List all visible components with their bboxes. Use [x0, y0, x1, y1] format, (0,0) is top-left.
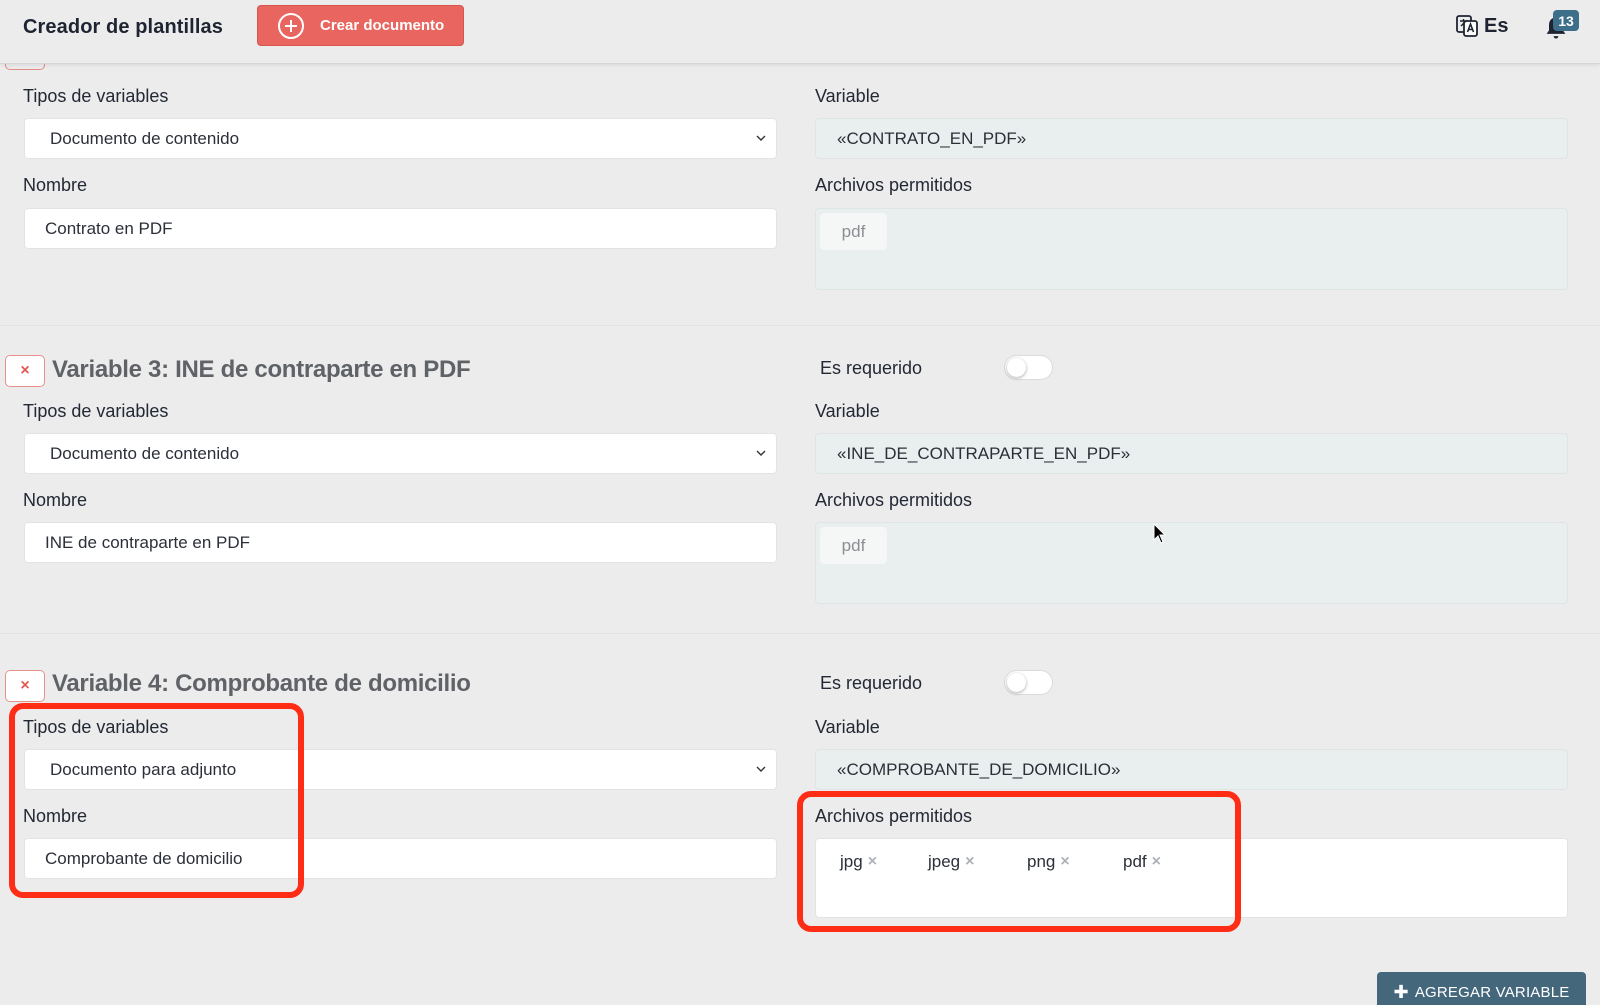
variable-type-select[interactable]: Documento de contenido — [24, 118, 777, 159]
name-label: Nombre — [23, 806, 88, 826]
language-selector[interactable]: Es — [1455, 14, 1508, 38]
section-divider — [0, 325, 1600, 326]
required-label: Es requerido — [820, 358, 923, 378]
variable-types-label: Tipos de variables — [23, 717, 169, 737]
required-toggle[interactable] — [1004, 355, 1053, 380]
create-document-button[interactable]: Crear documento — [257, 5, 464, 46]
required-toggle[interactable] — [1004, 670, 1053, 695]
variable-code-value: «CONTRATO_EN_PDF» — [837, 128, 1027, 148]
file-chip-label: pdf — [1123, 852, 1147, 871]
close-icon[interactable]: × — [965, 853, 974, 871]
variable-type-value: Documento de contenido — [50, 128, 240, 148]
name-label: Nombre — [23, 175, 88, 195]
file-chip-label: jpg — [840, 852, 863, 871]
remove-variable-button[interactable]: × — [5, 670, 45, 702]
remove-variable-button[interactable]: × — [5, 355, 45, 387]
variable-types-label: Tipos de variables — [23, 401, 169, 421]
variable-code-value: «INE_DE_CONTRAPARTE_EN_PDF» — [837, 443, 1131, 463]
allowed-files-label: Archivos permitidos — [815, 490, 973, 510]
close-icon[interactable]: × — [1152, 853, 1161, 871]
translate-icon — [1456, 15, 1478, 37]
close-icon[interactable]: × — [1060, 853, 1069, 871]
top-bar: Creador de plantillas Crear documento Es… — [0, 0, 1600, 64]
chevron-down-icon — [756, 450, 766, 456]
allowed-files-label: Archivos permitidos — [815, 806, 973, 826]
close-icon[interactable]: × — [868, 853, 877, 871]
allowed-files-box[interactable]: jpg × jpeg × png × pdf × — [815, 838, 1568, 918]
variable-code-value: «COMPROBANTE_DE_DOMICILIO» — [837, 759, 1121, 779]
chevron-down-icon — [756, 135, 766, 141]
allowed-files-label: Archivos permitidos — [815, 175, 973, 195]
variable-title: Variable 4: Comprobante de domicilio — [52, 670, 471, 697]
file-chip: pdf — [820, 527, 887, 564]
variable-type-select[interactable]: Documento de contenido — [24, 433, 777, 474]
file-chip-label: jpeg — [928, 852, 961, 871]
file-chip: jpeg × — [928, 852, 974, 872]
add-variable-button[interactable]: ✚ AGREGAR VARIABLE — [1377, 972, 1586, 1005]
name-input[interactable]: Contrato en PDF — [24, 208, 777, 249]
file-chip: pdf — [820, 213, 887, 250]
variable-type-select[interactable]: Documento para adjunto — [24, 749, 777, 790]
language-label: Es — [1484, 14, 1509, 37]
name-value: Contrato en PDF — [45, 218, 173, 238]
name-input[interactable]: Comprobante de domicilio — [24, 838, 777, 879]
allowed-files-box: pdf — [815, 208, 1568, 290]
variable-label: Variable — [815, 401, 880, 421]
plus-circle-icon — [278, 12, 304, 39]
variable-code-field: «CONTRATO_EN_PDF» — [815, 118, 1568, 159]
variable-code-field: «INE_DE_CONTRAPARTE_EN_PDF» — [815, 433, 1568, 474]
file-chip-label: png — [1027, 852, 1056, 871]
variable-type-value: Documento para adjunto — [50, 759, 237, 779]
create-document-label: Crear documento — [320, 17, 445, 34]
variable-title: Variable 3: INE de contraparte en PDF — [52, 356, 471, 383]
name-label: Nombre — [23, 490, 88, 510]
section-divider — [0, 633, 1600, 634]
required-label: Es requerido — [820, 673, 923, 693]
file-chip: png × — [1027, 852, 1070, 872]
variable-label: Variable — [815, 86, 880, 106]
file-chip: jpg × — [840, 852, 877, 872]
variable-types-label: Tipos de variables — [23, 86, 169, 106]
name-value: Comprobante de domicilio — [45, 848, 243, 868]
allowed-files-box: pdf — [815, 522, 1568, 604]
variable-type-value: Documento de contenido — [50, 443, 240, 463]
plus-icon: ✚ — [1393, 981, 1409, 1002]
app-title: Creador de plantillas — [23, 16, 223, 38]
chevron-down-icon — [756, 766, 766, 772]
add-variable-label: AGREGAR VARIABLE — [1414, 983, 1570, 1001]
variable-label: Variable — [815, 717, 880, 737]
variable-code-field: «COMPROBANTE_DE_DOMICILIO» — [815, 749, 1568, 790]
name-value: INE de contraparte en PDF — [45, 532, 251, 552]
mouse-cursor-icon — [1153, 523, 1167, 544]
file-chip: pdf × — [1123, 852, 1161, 872]
notification-badge: 13 — [1553, 10, 1579, 31]
name-input[interactable]: INE de contraparte en PDF — [24, 522, 777, 563]
